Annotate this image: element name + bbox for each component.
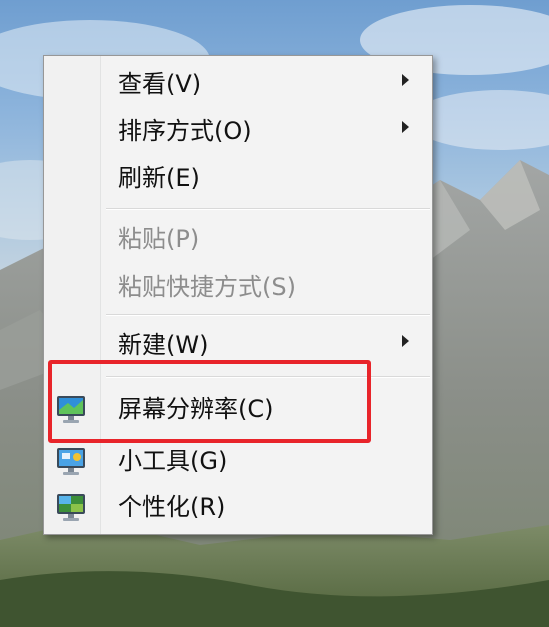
menu-item-label: 粘贴快捷方式(S) xyxy=(118,273,296,301)
desktop-context-menu: 查看(V) 排序方式(O) 刷新(E) 粘贴(P) 粘贴快捷方式(S) 新建(W… xyxy=(43,55,433,535)
submenu-arrow-icon xyxy=(402,74,409,86)
menu-item-refresh[interactable]: 刷新(E) xyxy=(44,156,432,200)
menu-item-label: 个性化(R) xyxy=(118,493,226,521)
submenu-arrow-icon xyxy=(402,335,409,347)
menu-item-gadgets[interactable]: 小工具(G) xyxy=(44,439,432,483)
menu-item-label: 小工具(G) xyxy=(118,447,228,475)
personalize-icon xyxy=(57,494,85,521)
menu-item-sort-by[interactable]: 排序方式(O) xyxy=(44,109,432,153)
submenu-arrow-icon xyxy=(402,121,409,133)
menu-item-view[interactable]: 查看(V) xyxy=(44,62,432,106)
menu-item-paste-shortcut[interactable]: 粘贴快捷方式(S) xyxy=(44,265,432,309)
menu-item-label: 排序方式(O) xyxy=(118,117,252,145)
menu-item-label: 粘贴(P) xyxy=(118,225,200,253)
menu-item-label: 新建(W) xyxy=(118,331,209,359)
desktop-background[interactable]: 查看(V) 排序方式(O) 刷新(E) 粘贴(P) 粘贴快捷方式(S) 新建(W… xyxy=(0,0,549,627)
menu-item-personalize[interactable]: 个性化(R) xyxy=(44,485,432,529)
menu-item-label: 刷新(E) xyxy=(118,164,200,192)
menu-separator xyxy=(106,314,430,316)
menu-item-label: 查看(V) xyxy=(118,70,202,98)
menu-separator xyxy=(106,208,430,210)
highlight-box xyxy=(48,360,371,443)
gadgets-icon xyxy=(57,448,85,475)
menu-item-paste[interactable]: 粘贴(P) xyxy=(44,217,432,261)
